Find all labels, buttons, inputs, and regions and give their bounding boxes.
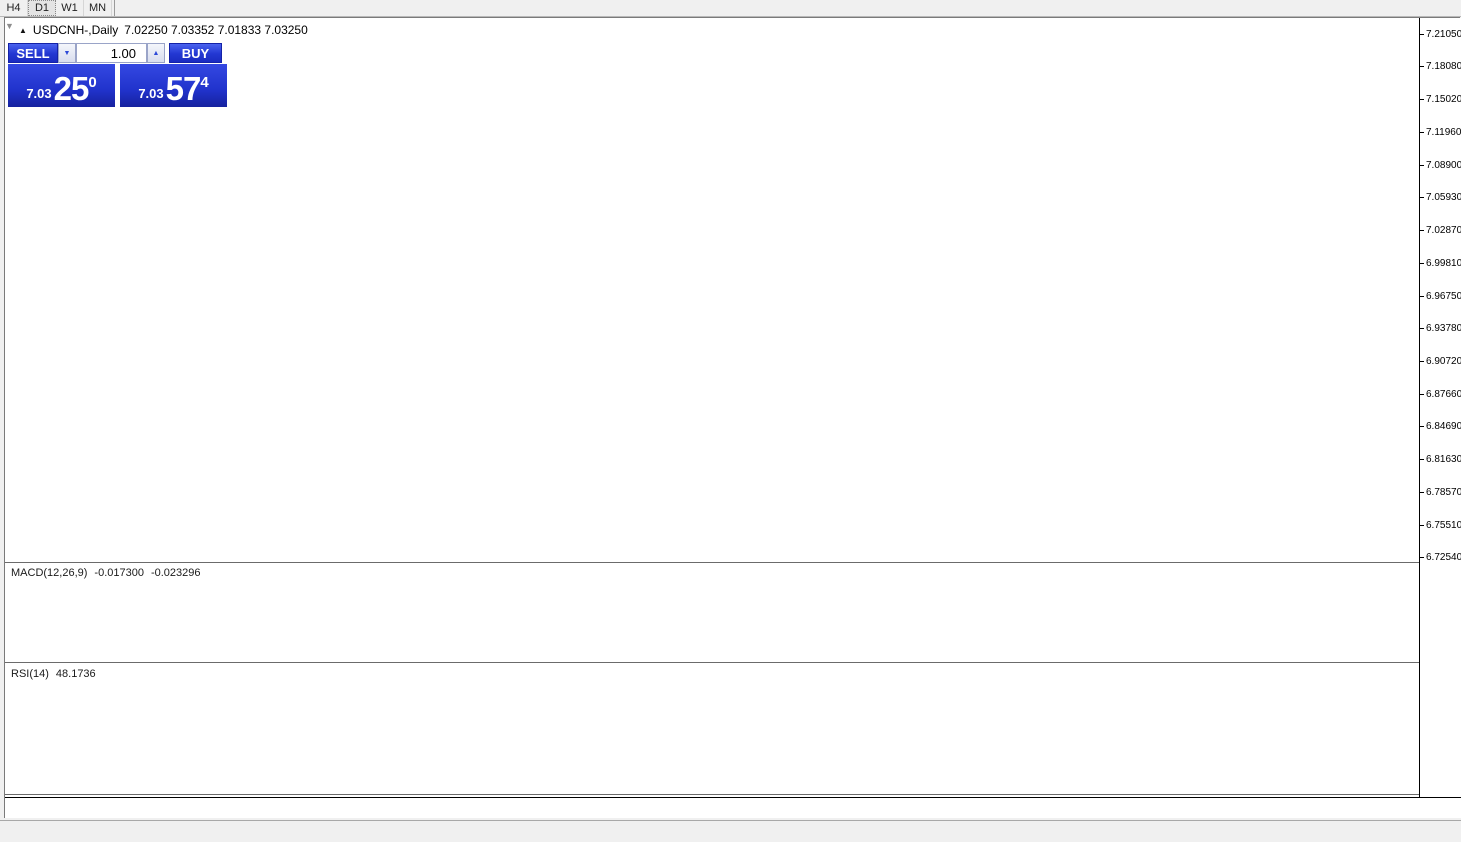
y-axis-label: 7.21050 — [1426, 29, 1461, 40]
y-tick-mark — [1420, 394, 1424, 395]
price-axis[interactable]: 7.21050 7.18080 7.15020 7.11960 7.08900 7.059… — [1420, 18, 1461, 797]
volume-increase-button[interactable]: ▲ — [147, 43, 165, 63]
rsi-label: RSI(14) 48.1736 — [11, 668, 96, 680]
pane-separator[interactable] — [5, 562, 1461, 564]
chart-window: ▲ USDCNH-,Daily 7.02250 7.03352 7.01833 … — [4, 17, 1460, 818]
rsi-indicator-canvas[interactable] — [5, 664, 1419, 794]
y-tick-mark — [1420, 525, 1424, 526]
y-tick-mark — [1420, 557, 1424, 558]
y-tick-mark — [1420, 263, 1424, 264]
buy-price-prefix: 7.03 — [138, 84, 163, 104]
pane-separator[interactable] — [5, 662, 1461, 664]
macd-name: MACD(12,26,9) — [11, 567, 87, 579]
y-tick-mark — [1420, 230, 1424, 231]
y-axis-label: 7.18080 — [1426, 61, 1461, 72]
y-axis-label: 6.87660 — [1426, 389, 1461, 400]
y-axis-label: 6.96750 — [1426, 291, 1461, 302]
chart-title: ▲ USDCNH-,Daily 7.02250 7.03352 7.01833 … — [19, 23, 308, 37]
y-tick-mark — [1420, 197, 1424, 198]
timeframe-button-d1[interactable]: D1 — [28, 0, 56, 16]
chart-ohlc-values: 7.02250 7.03352 7.01833 7.03250 — [124, 23, 308, 37]
buy-price-display[interactable]: 7.03574 — [120, 64, 227, 107]
macd-signal-value: -0.023296 — [151, 567, 201, 579]
timeframe-button-h4[interactable]: H4 — [0, 0, 28, 16]
y-axis-label: 7.15020 — [1426, 94, 1461, 105]
sell-button[interactable]: SELL — [8, 43, 58, 63]
y-axis-label: 6.78570 — [1426, 487, 1461, 498]
macd-main-value: -0.017300 — [94, 567, 144, 579]
buy-price-point: 4 — [200, 74, 208, 91]
volume-input[interactable] — [76, 43, 147, 63]
y-tick-mark — [1420, 296, 1424, 297]
y-tick-mark — [1420, 492, 1424, 493]
sell-price-prefix: 7.03 — [26, 84, 51, 104]
y-tick-mark — [1420, 165, 1424, 166]
y-axis-label: 7.08900 — [1426, 160, 1461, 171]
sell-price-pips: 25 — [54, 74, 89, 104]
collapse-panel-icon[interactable]: ▲ — [19, 26, 27, 35]
y-tick-mark — [1420, 361, 1424, 362]
spin-down-icon: ▼ — [64, 50, 71, 57]
y-tick-mark — [1420, 459, 1424, 460]
y-axis-label: 6.99810 — [1426, 258, 1461, 269]
y-axis-label: 7.05930 — [1426, 192, 1461, 203]
macd-indicator-canvas[interactable] — [5, 564, 1419, 662]
y-tick-mark — [1420, 34, 1424, 35]
y-tick-mark — [1420, 132, 1424, 133]
sell-price-point: 0 — [88, 74, 96, 91]
y-tick-mark — [1420, 426, 1424, 427]
buy-price-pips: 57 — [166, 74, 201, 104]
pane-separator[interactable] — [5, 794, 1461, 796]
rsi-name: RSI(14) — [11, 668, 49, 680]
y-tick-mark — [1420, 99, 1424, 100]
chart-tab-bar — [0, 820, 1461, 842]
y-axis-label: 6.75510 — [1426, 520, 1461, 531]
sell-price-display[interactable]: 7.03250 — [8, 64, 115, 107]
y-axis-label: 6.84690 — [1426, 421, 1461, 432]
timeframe-toolbar: H4D1W1MN — [0, 0, 1461, 17]
y-axis-label: 6.90720 — [1426, 356, 1461, 367]
timeframe-button-w1[interactable]: W1 — [56, 0, 84, 16]
chart-symbol-label: USDCNH-,Daily — [33, 23, 118, 37]
volume-decrease-button[interactable]: ▼ — [58, 43, 76, 63]
last-bar-marker-icon: ▼ — [5, 21, 14, 31]
buy-button[interactable]: BUY — [169, 43, 222, 63]
toolbar-separator — [114, 0, 115, 16]
spin-up-icon: ▲ — [153, 50, 160, 57]
y-tick-mark — [1420, 328, 1424, 329]
y-axis-label: 7.11960 — [1426, 127, 1461, 138]
y-axis-label: 7.02870 — [1426, 225, 1461, 236]
time-axis[interactable] — [5, 797, 1461, 818]
rsi-value: 48.1736 — [56, 668, 96, 680]
y-axis-label: 6.93780 — [1426, 323, 1461, 334]
macd-label: MACD(12,26,9) -0.017300 -0.023296 — [11, 567, 201, 579]
y-axis-label: 6.81630 — [1426, 454, 1461, 465]
timeframe-button-mn[interactable]: MN — [84, 0, 112, 16]
one-click-trade-panel: SELL ▼ ▲ BUY 7.03250 7.03574 — [8, 43, 232, 107]
y-axis-label: 6.72540 — [1426, 552, 1461, 563]
y-tick-mark — [1420, 66, 1424, 67]
